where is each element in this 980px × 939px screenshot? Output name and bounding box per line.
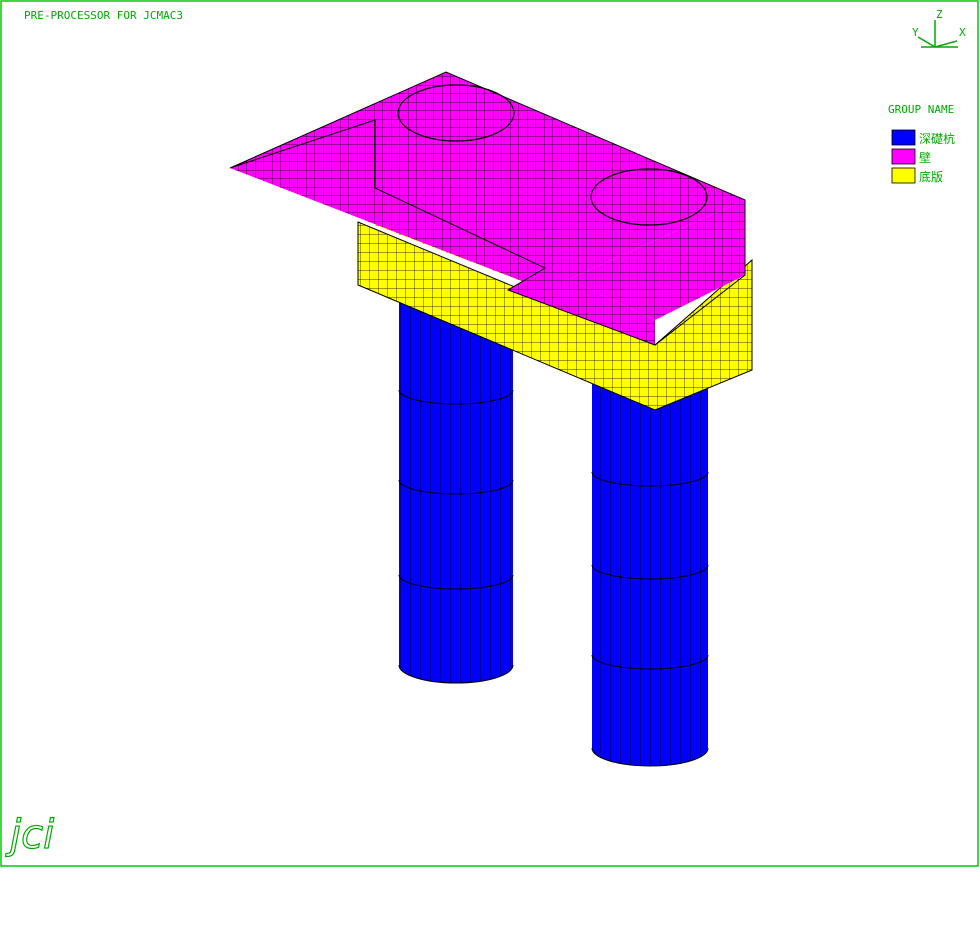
fe-model[interactable] <box>229 71 753 767</box>
legend-swatch-pile <box>891 129 916 146</box>
legend-item-pile[interactable]: 深礎杭 <box>891 129 955 146</box>
legend-item-wall[interactable]: 壁 <box>891 148 931 165</box>
pile-right[interactable] <box>591 380 709 767</box>
legend-title: GROUP NAME <box>888 103 954 116</box>
legend-swatch-wall <box>891 148 916 165</box>
legend-swatch-slab <box>891 167 916 184</box>
model-viewport[interactable]: PRE-PROCESSOR FOR JCMAC3 Z Y X GROUP NAM… <box>0 0 980 939</box>
legend-label-wall: 壁 <box>919 150 931 165</box>
window-title: PRE-PROCESSOR FOR JCMAC3 <box>24 9 183 22</box>
axis-z-label: Z <box>936 8 943 21</box>
axis-x-label: X <box>959 26 966 39</box>
jci-logo-text: jci <box>5 812 54 858</box>
axis-y-label: Y <box>912 26 919 39</box>
legend-item-slab[interactable]: 底版 <box>891 167 943 184</box>
legend-label-slab: 底版 <box>919 169 943 184</box>
legend-label-pile: 深礎杭 <box>919 131 955 146</box>
jci-logo: jci <box>4 811 54 858</box>
pile-left[interactable] <box>398 295 514 684</box>
axis-triad <box>917 20 958 48</box>
